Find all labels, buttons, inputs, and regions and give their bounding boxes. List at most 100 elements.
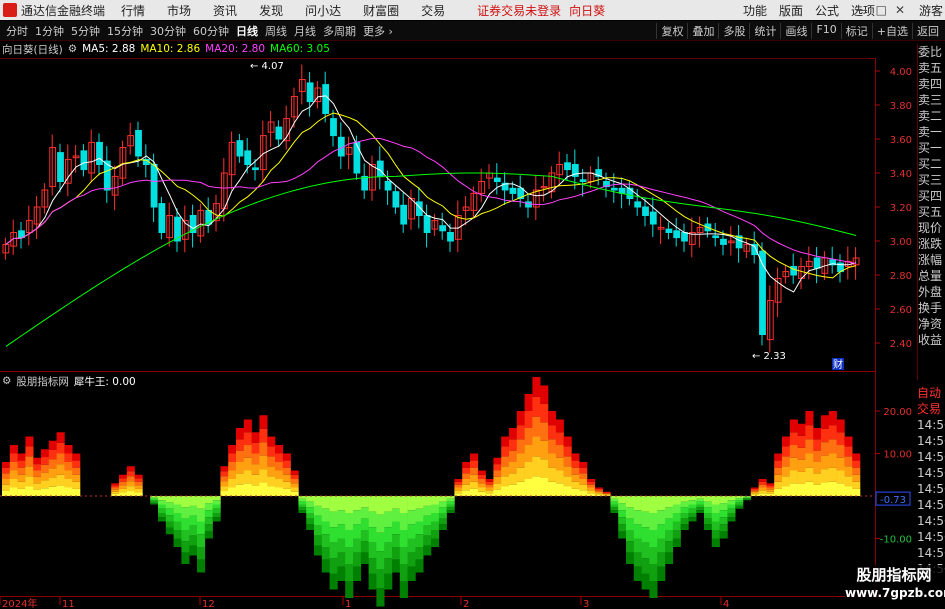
indicator-bar: [493, 464, 502, 471]
indicator-bar: [33, 464, 42, 471]
indicator-bar: [532, 476, 541, 496]
indicator-bar: [548, 425, 557, 440]
finance-marker-label: 财: [833, 358, 843, 371]
indicator-bar: [321, 534, 330, 547]
indicator-bar: [298, 504, 307, 508]
indicator-settings-icon[interactable]: ⚙: [2, 375, 11, 387]
indicator-bar: [25, 466, 34, 477]
indicator-bar: [836, 445, 845, 458]
indicator-bar: [181, 507, 190, 519]
watermark-line2: www.7gpzb.com: [845, 586, 945, 600]
indicator-bar: [275, 479, 284, 488]
indicator-bar: [259, 455, 268, 470]
indicator-bar: [602, 493, 611, 495]
indicator-bar: [836, 432, 845, 445]
indicator-bar: [516, 481, 525, 496]
indicator-bar: [587, 487, 596, 491]
indicator-bar: [228, 487, 237, 496]
indicator-bar: [758, 481, 767, 485]
indicator-bar: [399, 564, 408, 581]
indicator-bar: [17, 474, 26, 482]
kline-chart[interactable]: 4.00 3.80 3.60 3.40 3.20 3.00 2.80 2.60 2.40 20.0…: [0, 0, 945, 609]
indicator-bar: [672, 513, 681, 522]
indicator-bar: [290, 483, 299, 488]
indicator-bar: [462, 473, 471, 479]
indicator-bar: [719, 524, 728, 532]
indicator-bar: [579, 484, 588, 491]
indicator-bar: [485, 481, 494, 485]
indicator-bar: [665, 552, 674, 564]
indicator-bar: [111, 485, 120, 488]
indicator-bar: [119, 474, 128, 479]
indicator-bar: [360, 496, 369, 508]
trade-time: 14:56: [917, 466, 945, 480]
indicator-bar: [766, 483, 775, 486]
indicator-bar: [852, 488, 861, 496]
indicator-bar: [602, 493, 611, 494]
indicator-bar: [852, 481, 861, 489]
main-info-bar: 向日葵(日线) ⚙ MA5: 2.88 MA10: 2.86 MA20: 2.8…: [0, 41, 330, 57]
indicator-bar: [228, 445, 237, 454]
trade-label: 交易: [917, 402, 942, 416]
indicator-bar: [626, 541, 635, 553]
indicator-bar: [2, 473, 11, 479]
candle-body: [564, 162, 571, 171]
indicator-bar: [462, 462, 471, 468]
indicator-bar: [189, 545, 198, 556]
indicator-bar: [750, 490, 759, 492]
indicator-bar: [696, 498, 705, 502]
indicator-bar: [548, 467, 557, 482]
quote-label: 收益: [918, 333, 943, 347]
indicator-bar: [41, 449, 50, 458]
indicator-bar: [672, 530, 681, 539]
indicator-bar: [189, 535, 198, 546]
indicator-bar: [477, 483, 486, 488]
indicator-bar: [9, 445, 18, 454]
indicator-bar: [540, 459, 549, 478]
indicator-bar: [446, 504, 455, 508]
indicator-bar: [821, 442, 830, 456]
indicator-bar: [509, 450, 518, 462]
indicator-bar: [641, 527, 650, 543]
indicator-bar: [805, 453, 814, 468]
indicator-bar: [197, 521, 206, 535]
indicator-bar: [243, 419, 252, 433]
indicator-bar: [64, 470, 73, 479]
indicator-bar: [579, 490, 588, 496]
ind-tick-label: 20.00: [883, 407, 912, 418]
indicator-bar: [282, 488, 291, 496]
indicator-bar: [243, 445, 252, 458]
indicator-bar: [275, 462, 284, 471]
date-label: 4: [723, 599, 729, 609]
price-tick-label: 3.80: [890, 101, 912, 112]
indicator-bar: [711, 496, 720, 505]
indicator-bar: [571, 488, 580, 496]
indicator-bar: [672, 504, 681, 513]
candle-body: [610, 187, 618, 191]
indicator-bar: [423, 545, 432, 556]
indicator-bar: [181, 496, 190, 508]
indicator-bar: [704, 496, 713, 502]
indicator-bar: [298, 510, 307, 513]
indicator-bar: [618, 496, 627, 504]
indicator-bar: [415, 508, 424, 522]
indicator-bar: [516, 453, 525, 468]
indicator-bar: [727, 508, 736, 513]
indicator-bar: [813, 450, 822, 462]
date-axis-border: [0, 596, 917, 597]
indicator-bar: [844, 456, 853, 467]
date-label: 1: [345, 599, 351, 609]
indicator-bar: [126, 486, 135, 492]
date-label: 12: [202, 599, 215, 609]
indicator-bar: [384, 558, 393, 574]
indicator-bar: [633, 538, 642, 553]
indicator-bar: [64, 445, 73, 454]
indicator-bar: [610, 504, 619, 508]
indicator-bar: [64, 479, 73, 488]
indicator-bar: [711, 538, 720, 547]
indicator-bar: [563, 476, 572, 487]
indicator-bar: [56, 464, 65, 475]
indicator-bar: [649, 564, 658, 581]
indicator-bar: [532, 436, 541, 457]
settings-gear-icon[interactable]: ⚙: [68, 43, 77, 55]
